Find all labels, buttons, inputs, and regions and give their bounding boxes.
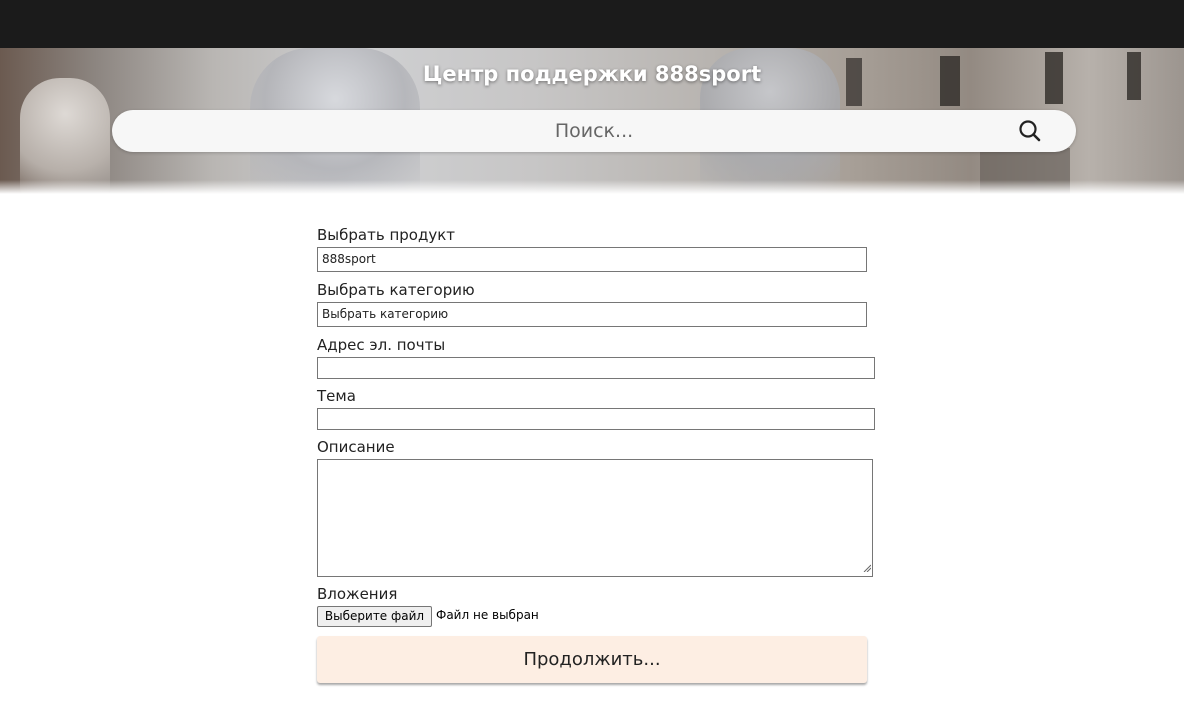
choose-file-button[interactable]: Выберите файл xyxy=(317,606,432,627)
search-bar xyxy=(112,110,1076,152)
search-icon[interactable] xyxy=(1018,119,1042,143)
hero-banner: Центр поддержки 888sport xyxy=(0,48,1184,194)
product-select[interactable]: 888sport xyxy=(317,247,867,272)
subject-label: Тема xyxy=(317,387,356,405)
email-label: Адрес эл. почты xyxy=(317,336,446,354)
description-label: Описание xyxy=(317,438,395,456)
product-label: Выбрать продукт xyxy=(317,226,455,244)
page-title: Центр поддержки 888sport xyxy=(422,62,762,86)
search-input[interactable] xyxy=(112,110,1076,152)
attachments-label: Вложения xyxy=(317,585,398,603)
category-select[interactable]: Выбрать категорию xyxy=(317,302,867,327)
email-field[interactable] xyxy=(317,357,875,379)
hero-photo-player-left xyxy=(20,78,110,194)
subject-field[interactable] xyxy=(317,408,875,430)
hero-fade xyxy=(0,180,1184,194)
description-textarea[interactable] xyxy=(317,459,873,577)
file-status-text: Файл не выбран xyxy=(436,608,539,622)
resize-handle-icon[interactable] xyxy=(863,564,871,572)
top-bar xyxy=(0,0,1184,48)
category-label: Выбрать категорию xyxy=(317,281,475,299)
continue-button[interactable]: Продолжить... xyxy=(317,636,867,683)
